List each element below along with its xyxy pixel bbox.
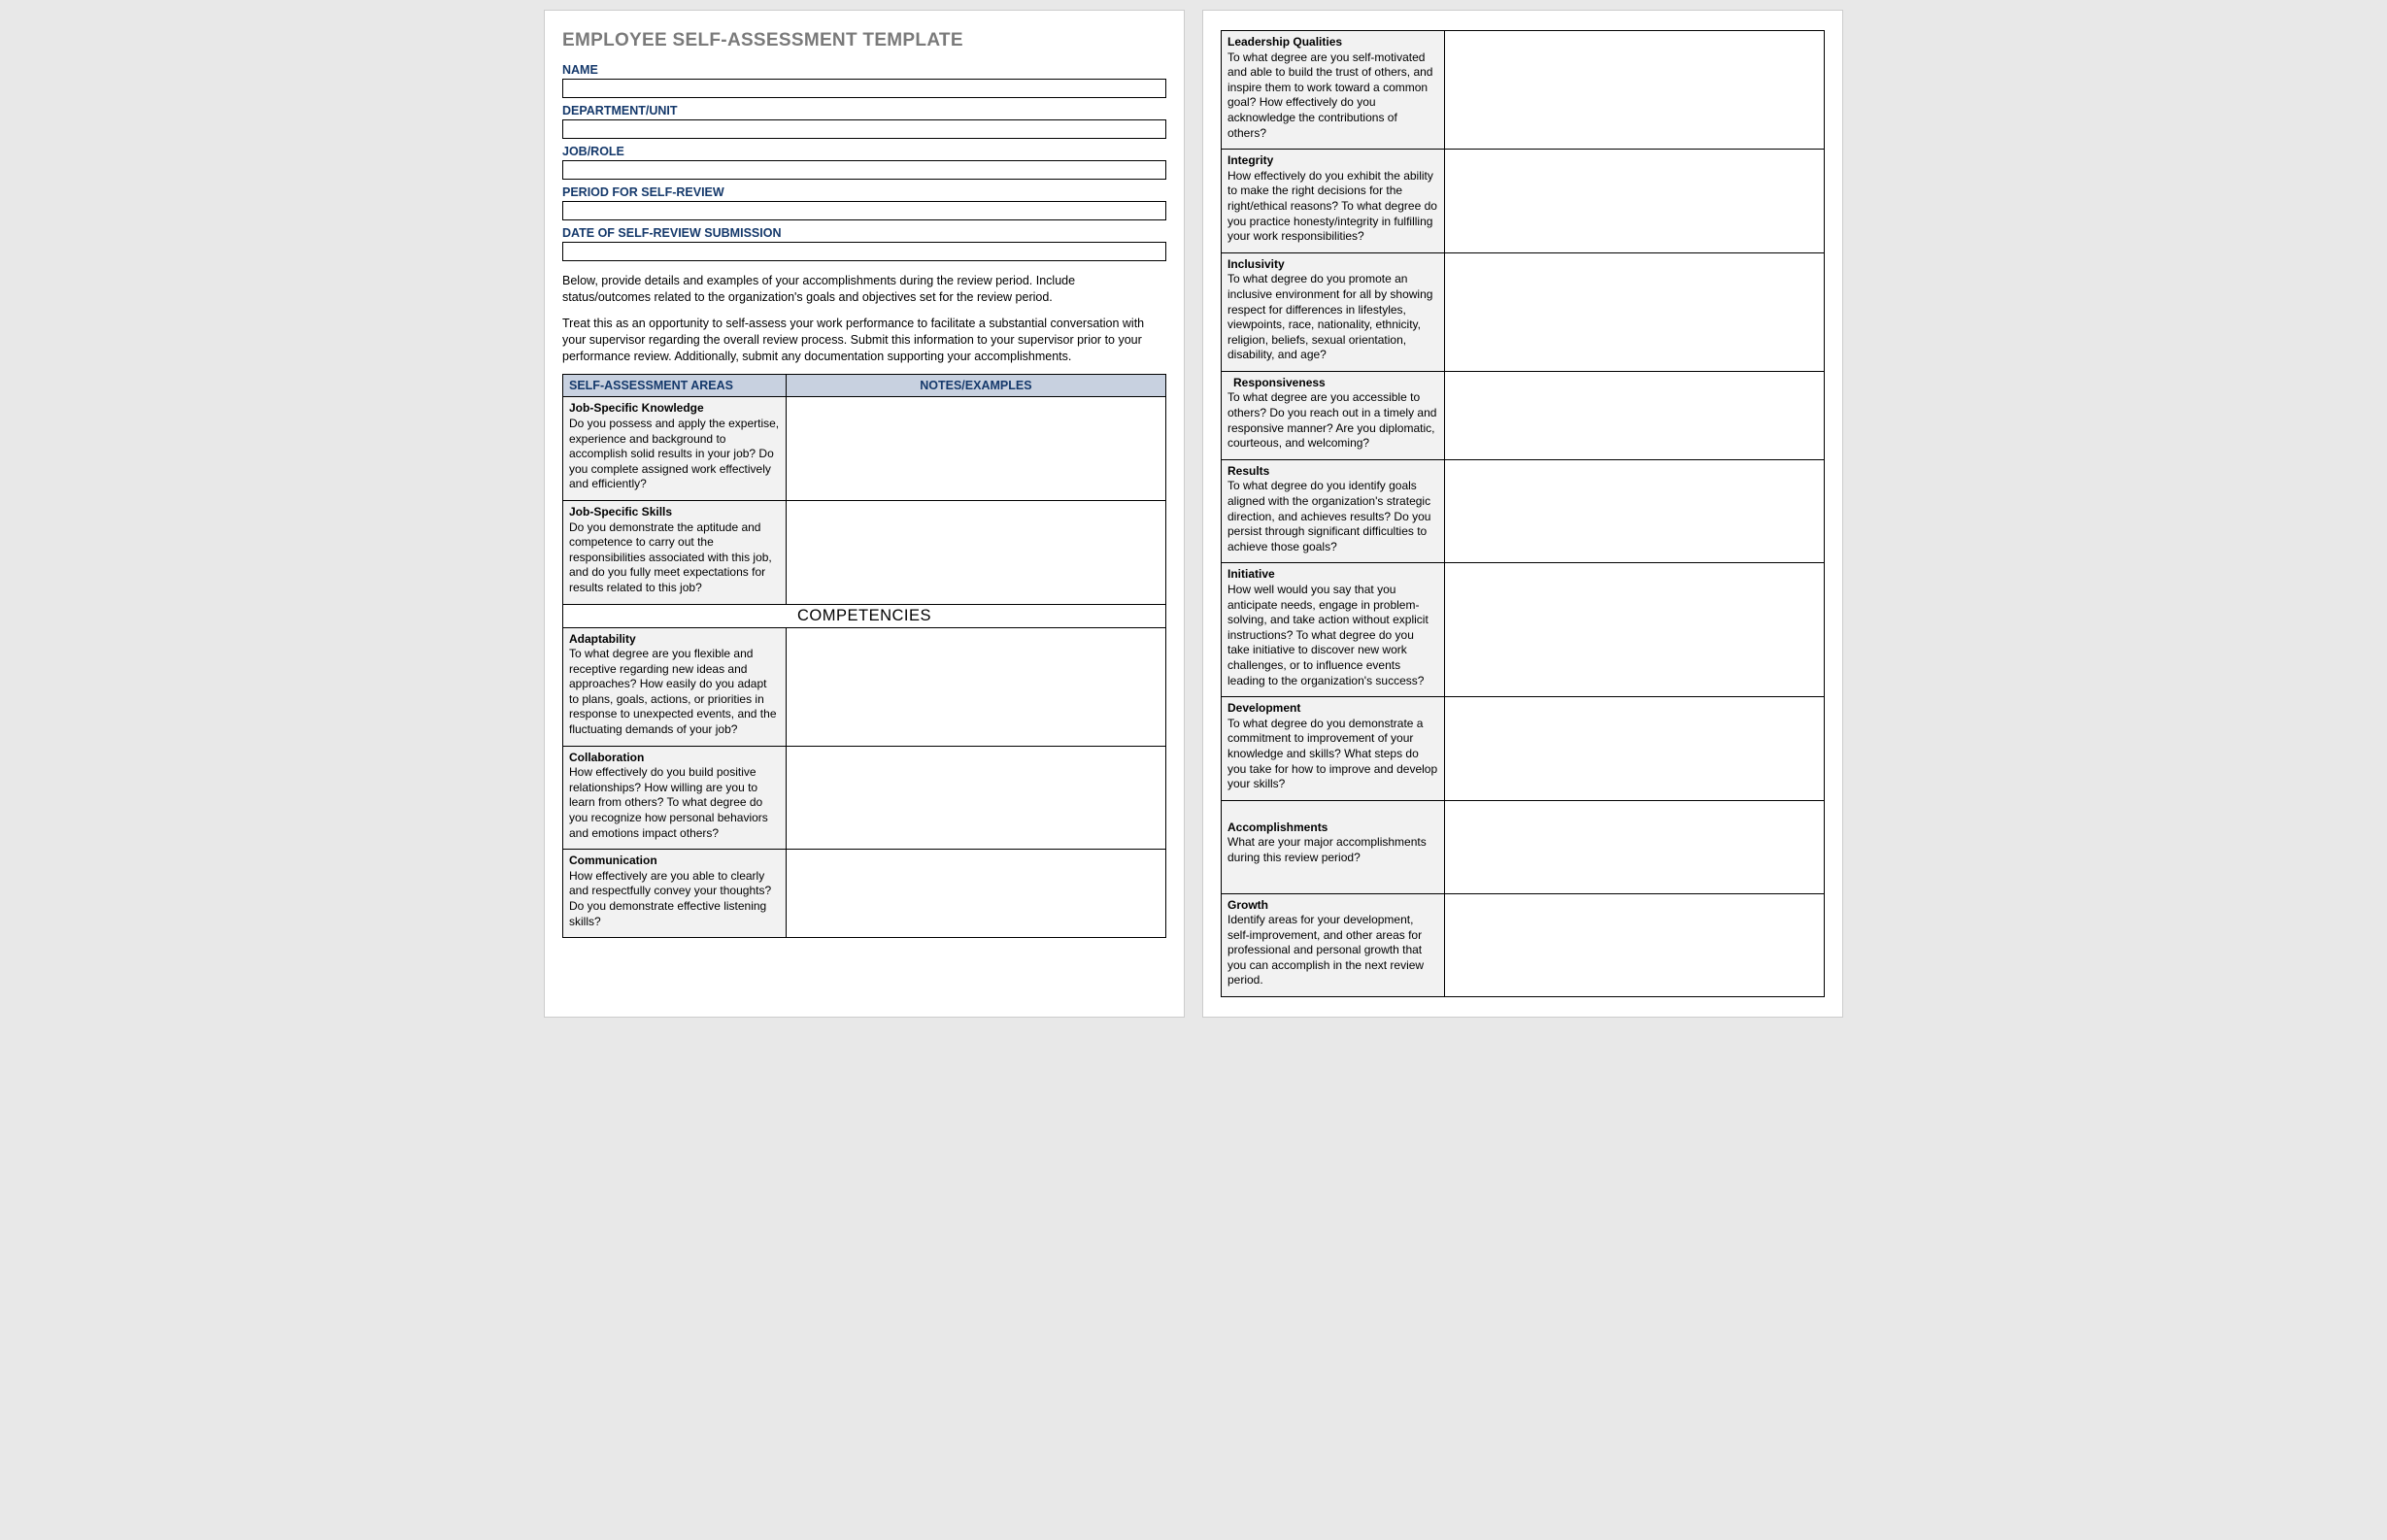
- area-description: To what degree are you flexible and rece…: [569, 647, 780, 738]
- job-input[interactable]: [562, 160, 1166, 180]
- date-input[interactable]: [562, 242, 1166, 261]
- notes-cell[interactable]: [1444, 459, 1824, 563]
- competencies-header: COMPETENCIES: [563, 604, 1166, 627]
- table-row: InclusivityTo what degree do you promote…: [1222, 252, 1825, 371]
- instructions-block: Below, provide details and examples of y…: [562, 273, 1166, 364]
- assessment-table-page1: SELF-ASSESSMENT AREAS NOTES/EXAMPLES Job…: [562, 374, 1166, 938]
- area-cell: Leadership QualitiesTo what degree are y…: [1222, 31, 1445, 150]
- area-title: Results: [1227, 464, 1438, 480]
- col-header-notes: NOTES/EXAMPLES: [786, 375, 1165, 397]
- area-title: Collaboration: [569, 751, 780, 766]
- area-cell: AdaptabilityTo what degree are you flexi…: [563, 627, 787, 746]
- table-row: ResultsTo what degree do you identify go…: [1222, 459, 1825, 563]
- area-cell: Job-Specific KnowledgeDo you possess and…: [563, 397, 787, 501]
- notes-cell[interactable]: [786, 500, 1165, 604]
- area-cell: DevelopmentTo what degree do you demonst…: [1222, 697, 1445, 801]
- area-title: Development: [1227, 701, 1438, 717]
- date-label: DATE OF SELF-REVIEW SUBMISSION: [562, 226, 1166, 240]
- area-description: To what degree do you demonstrate a comm…: [1227, 717, 1438, 792]
- area-cell: IntegrityHow effectively do you exhibit …: [1222, 150, 1445, 253]
- notes-cell[interactable]: [1444, 371, 1824, 459]
- table-row: Job-Specific KnowledgeDo you possess and…: [563, 397, 1166, 501]
- document-title: EMPLOYEE SELF-ASSESSMENT TEMPLATE: [562, 30, 1166, 51]
- notes-cell[interactable]: [1444, 563, 1824, 697]
- area-description: Do you possess and apply the expertise, …: [569, 417, 780, 492]
- instructions-paragraph-2: Treat this as an opportunity to self-ass…: [562, 316, 1166, 365]
- area-title: Leadership Qualities: [1227, 35, 1438, 50]
- name-input[interactable]: [562, 79, 1166, 98]
- document-page-1: EMPLOYEE SELF-ASSESSMENT TEMPLATE NAME D…: [544, 10, 1185, 1018]
- notes-cell[interactable]: [1444, 697, 1824, 801]
- area-title: Job-Specific Knowledge: [569, 401, 780, 417]
- period-input[interactable]: [562, 201, 1166, 220]
- notes-cell[interactable]: [1444, 252, 1824, 371]
- area-cell: CommunicationHow effectively are you abl…: [563, 850, 787, 938]
- area-description: To what degree are you self-motivated an…: [1227, 50, 1438, 142]
- area-description: Identify areas for your development, sel…: [1227, 913, 1438, 988]
- notes-cell[interactable]: [1444, 800, 1824, 893]
- area-title: Inclusivity: [1227, 257, 1438, 273]
- table-row: ResponsivenessTo what degree are you acc…: [1222, 371, 1825, 459]
- area-description: How effectively do you build positive re…: [569, 765, 780, 841]
- col-header-areas: SELF-ASSESSMENT AREAS: [563, 375, 787, 397]
- area-cell: ResponsivenessTo what degree are you acc…: [1222, 371, 1445, 459]
- area-title: Integrity: [1227, 153, 1438, 169]
- table-row: DevelopmentTo what degree do you demonst…: [1222, 697, 1825, 801]
- area-cell: GrowthIdentify areas for your developmen…: [1222, 893, 1445, 997]
- table-row: InitiativeHow well would you say that yo…: [1222, 563, 1825, 697]
- area-description: To what degree do you promote an inclusi…: [1227, 272, 1438, 363]
- notes-cell[interactable]: [786, 746, 1165, 850]
- job-label: JOB/ROLE: [562, 145, 1166, 158]
- area-title: Communication: [569, 854, 780, 869]
- area-cell: InclusivityTo what degree do you promote…: [1222, 252, 1445, 371]
- area-title: Adaptability: [569, 632, 780, 648]
- table-row: Leadership QualitiesTo what degree are y…: [1222, 31, 1825, 150]
- table-row: Job-Specific SkillsDo you demonstrate th…: [563, 500, 1166, 604]
- notes-cell[interactable]: [1444, 150, 1824, 253]
- area-description: How effectively do you exhibit the abili…: [1227, 169, 1438, 245]
- table-row: AccomplishmentsWhat are your major accom…: [1222, 800, 1825, 893]
- area-description: How well would you say that you anticipa…: [1227, 583, 1438, 688]
- department-label: DEPARTMENT/UNIT: [562, 104, 1166, 117]
- area-title: Accomplishments: [1227, 820, 1438, 836]
- area-description: To what degree do you identify goals ali…: [1227, 479, 1438, 554]
- notes-cell[interactable]: [786, 627, 1165, 746]
- table-row: GrowthIdentify areas for your developmen…: [1222, 893, 1825, 997]
- notes-cell[interactable]: [786, 397, 1165, 501]
- notes-cell[interactable]: [1444, 893, 1824, 997]
- area-title: Initiative: [1227, 567, 1438, 583]
- area-cell: AccomplishmentsWhat are your major accom…: [1222, 800, 1445, 893]
- department-input[interactable]: [562, 119, 1166, 139]
- assessment-table-page2: Leadership QualitiesTo what degree are y…: [1221, 30, 1825, 997]
- area-cell: Job-Specific SkillsDo you demonstrate th…: [563, 500, 787, 604]
- area-description: How effectively are you able to clearly …: [569, 869, 780, 929]
- table-row: IntegrityHow effectively do you exhibit …: [1222, 150, 1825, 253]
- instructions-paragraph-1: Below, provide details and examples of y…: [562, 273, 1166, 306]
- area-cell: InitiativeHow well would you say that yo…: [1222, 563, 1445, 697]
- notes-cell[interactable]: [786, 850, 1165, 938]
- table-row: CommunicationHow effectively are you abl…: [563, 850, 1166, 938]
- period-label: PERIOD FOR SELF-REVIEW: [562, 185, 1166, 199]
- table-row: CollaborationHow effectively do you buil…: [563, 746, 1166, 850]
- table-row: AdaptabilityTo what degree are you flexi…: [563, 627, 1166, 746]
- area-cell: ResultsTo what degree do you identify go…: [1222, 459, 1445, 563]
- area-description: What are your major accomplishments duri…: [1227, 835, 1438, 865]
- area-title: Responsiveness: [1227, 376, 1438, 391]
- area-description: Do you demonstrate the aptitude and comp…: [569, 520, 780, 596]
- notes-cell[interactable]: [1444, 31, 1824, 150]
- area-title: Growth: [1227, 898, 1438, 914]
- area-description: To what degree are you accessible to oth…: [1227, 390, 1438, 451]
- name-label: NAME: [562, 63, 1166, 77]
- document-page-2: Leadership QualitiesTo what degree are y…: [1202, 10, 1843, 1018]
- area-cell: CollaborationHow effectively do you buil…: [563, 746, 787, 850]
- area-title: Job-Specific Skills: [569, 505, 780, 520]
